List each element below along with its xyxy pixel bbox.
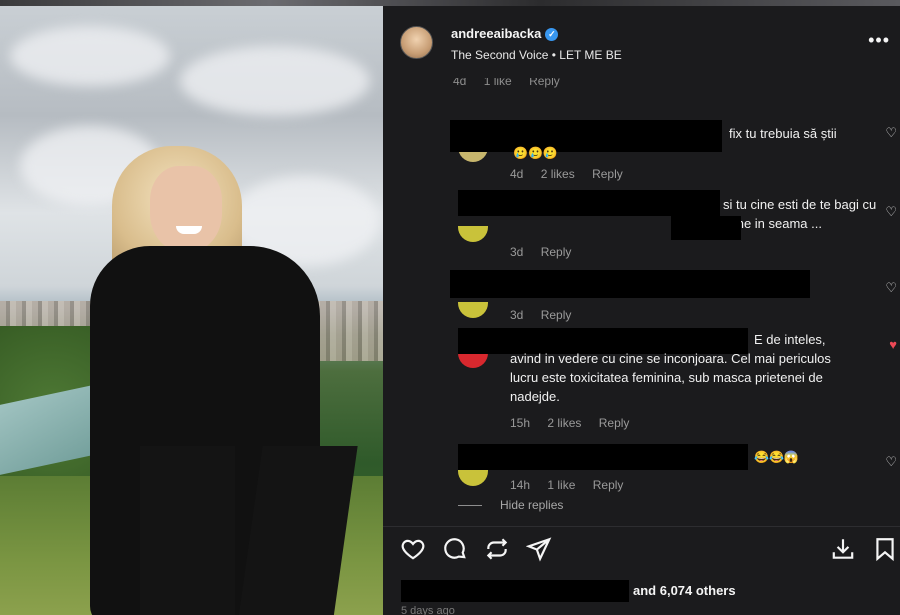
person-face xyxy=(150,166,222,252)
reply-button[interactable]: Reply xyxy=(541,308,572,322)
comment-liked-heart-icon[interactable]: ♥ xyxy=(889,337,897,352)
comment-time: 4d xyxy=(453,78,467,88)
post-photo[interactable] xyxy=(0,6,383,615)
redacted-comment xyxy=(458,444,748,470)
post-actions xyxy=(383,536,900,570)
more-options-icon[interactable]: ••• xyxy=(868,30,890,51)
reply-button[interactable]: Reply xyxy=(592,167,623,181)
comment-meta: 4d 1 like Reply xyxy=(453,78,574,88)
comment-like-heart-icon[interactable]: ♡ xyxy=(885,280,897,296)
repost-icon[interactable] xyxy=(484,536,512,564)
download-icon[interactable] xyxy=(830,536,858,564)
divider xyxy=(383,526,900,527)
author-username-row[interactable]: andreeaibacka ✓ xyxy=(451,26,559,41)
person-smile xyxy=(176,226,202,234)
redacted-liker xyxy=(401,580,629,602)
post-timestamp: 5 days ago xyxy=(401,605,455,615)
likes-summary[interactable]: and 6,074 others xyxy=(633,583,736,598)
comment-likes[interactable]: 2 likes xyxy=(547,416,581,430)
cloud xyxy=(180,46,370,116)
comment-likes[interactable]: 2 likes xyxy=(541,167,575,181)
comment-emoji: 🥲🥲🥲 xyxy=(513,146,558,160)
redacted-comment xyxy=(450,270,810,298)
comment-meta: 15h 2 likes Reply xyxy=(510,416,643,430)
verified-badge-icon: ✓ xyxy=(545,28,559,41)
comment-time: 3d xyxy=(510,245,524,259)
comment-text: E de inteles, avind in vedere cu cine se… xyxy=(510,332,831,404)
commenter-avatar[interactable] xyxy=(458,302,488,318)
comment-time: 15h xyxy=(510,416,531,430)
comment-likes[interactable]: 1 like xyxy=(547,478,575,492)
reply-button[interactable]: Reply xyxy=(541,245,572,259)
commenter-avatar[interactable] xyxy=(458,352,488,368)
comment-icon[interactable] xyxy=(442,536,470,564)
commenter-avatar[interactable] xyxy=(458,470,488,486)
commenter-avatar[interactable] xyxy=(458,226,488,242)
person-leg xyxy=(140,446,235,615)
comment-meta: 3d Reply xyxy=(510,245,585,259)
audio-label[interactable]: The Second Voice • LET ME BE xyxy=(451,48,622,62)
comment-meta: 3d Reply xyxy=(510,308,585,322)
cloud xyxy=(10,26,170,86)
hide-replies-button[interactable]: Hide replies xyxy=(500,498,563,512)
reply-button[interactable]: Reply xyxy=(529,78,560,88)
post-header: andreeaibacka ✓ The Second Voice • LET ME… xyxy=(383,6,900,78)
comments-list: 4d 1 like Reply fix tu trebuia să știi 🥲… xyxy=(383,78,900,526)
comment-like-heart-icon[interactable]: ♡ xyxy=(885,125,897,141)
comment-text: fix tu trebuia să știi xyxy=(729,126,837,141)
comment-like-heart-icon[interactable]: ♡ xyxy=(885,454,897,470)
comment-time: 4d xyxy=(510,167,524,181)
comment-meta: 14h 1 like Reply xyxy=(510,478,637,492)
send-icon[interactable] xyxy=(525,536,554,564)
bookmark-icon[interactable] xyxy=(872,536,900,564)
comment-like-heart-icon[interactable]: ♡ xyxy=(885,204,897,220)
likes-row: and 6,074 others xyxy=(383,580,900,602)
hide-replies-line xyxy=(458,505,482,506)
comment-time: 3d xyxy=(510,308,524,322)
post-side-panel: andreeaibacka ✓ The Second Voice • LET ME… xyxy=(383,6,900,615)
redacted-text xyxy=(671,216,741,240)
reply-button[interactable]: Reply xyxy=(593,478,624,492)
comment-emoji: 😂😂😱 xyxy=(754,450,799,464)
heart-icon[interactable] xyxy=(400,536,428,564)
comment-time: 14h xyxy=(510,478,531,492)
comment-likes[interactable]: 1 like xyxy=(484,78,512,88)
author-avatar[interactable] xyxy=(400,26,433,59)
reply-button[interactable]: Reply xyxy=(599,416,630,430)
author-username[interactable]: andreeaibacka xyxy=(451,26,541,41)
redacted-username xyxy=(450,120,722,152)
comment-meta: 4d 2 likes Reply xyxy=(510,167,637,181)
